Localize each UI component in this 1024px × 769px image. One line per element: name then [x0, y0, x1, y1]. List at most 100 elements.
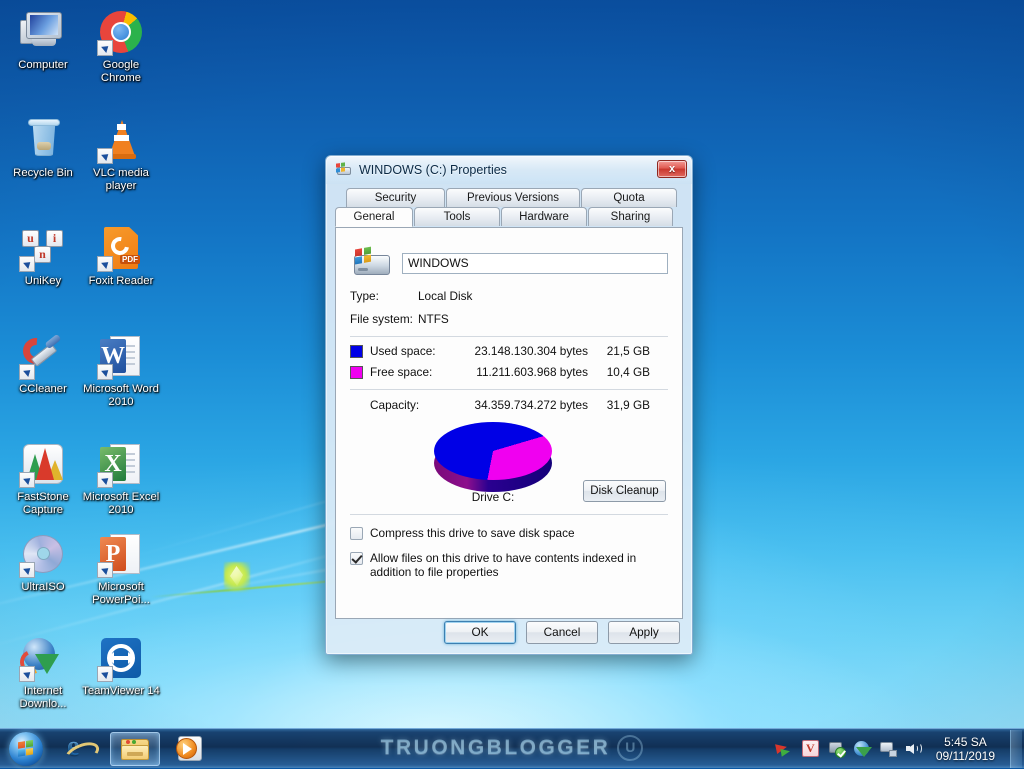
used-space-gb: 21,5 GB — [606, 344, 650, 358]
start-button[interactable] — [2, 730, 50, 768]
desktop-icon-label: Internet Downlo... — [19, 685, 67, 710]
file-system-value: NTFS — [418, 312, 449, 326]
taskbar-button-windows-media-player[interactable] — [165, 732, 215, 766]
lan-icon[interactable] — [879, 740, 897, 757]
folder-icon — [120, 736, 150, 762]
type-label: Type: — [350, 289, 379, 303]
free-space-row: Free space: 11.211.603.968 bytes 10,4 GB — [350, 365, 668, 379]
used-space-swatch — [350, 344, 363, 358]
divider — [350, 514, 668, 515]
tab-row-upper: Security Previous Versions Quota — [335, 188, 683, 207]
clock-date: 09/11/2019 — [935, 748, 995, 763]
desktop-icon-foxit-reader[interactable]: PDF Foxit Reader — [82, 224, 160, 288]
index-contents-checkbox[interactable] — [350, 552, 363, 565]
desktop-icon-microsoft-powerpoint[interactable]: P Microsoft PowerPoi... — [82, 530, 160, 607]
cancel-button[interactable]: Cancel — [526, 620, 598, 644]
system-tray: 5:45 SA 09/11/2019 — [774, 729, 1024, 768]
compress-drive-label: Compress this drive to save disk space — [370, 526, 575, 540]
desktop-icon-label: UltraISO — [21, 581, 65, 593]
antivirus-icon[interactable] — [801, 740, 819, 757]
disk-usage-chart: Drive C: Disk Cleanup — [350, 418, 668, 506]
free-space-label: Free space: — [370, 365, 433, 379]
tab-row-lower: General Tools Hardware Sharing — [335, 207, 683, 227]
ccleaner-icon — [17, 332, 67, 380]
computer-icon — [19, 8, 67, 56]
tab-security[interactable]: Security — [346, 188, 445, 207]
close-button[interactable]: x — [657, 160, 687, 178]
compress-drive-row[interactable]: Compress this drive to save disk space — [350, 526, 668, 540]
taskbar-clock[interactable]: 5:45 SA 09/11/2019 — [936, 735, 995, 763]
free-space-gb: 10,4 GB — [606, 365, 650, 379]
desktop-icon-label: Microsoft Excel 2010 — [82, 491, 160, 516]
media-player-icon — [175, 735, 205, 763]
desktop-icon-computer[interactable]: Computer — [4, 8, 82, 72]
tab-general[interactable]: General — [335, 207, 413, 227]
tab-hardware[interactable]: Hardware — [501, 207, 587, 226]
capacity-gb: 31,9 GB — [606, 398, 650, 412]
index-contents-row[interactable]: Allow files on this drive to have conten… — [350, 551, 668, 579]
desktop-icon-ultraiso[interactable]: UltraISO — [4, 530, 82, 594]
desktop-icon-label: Computer — [18, 59, 68, 71]
close-icon: x — [668, 163, 676, 175]
teamviewer-icon — [97, 634, 145, 682]
used-space-row: Used space: 23.148.130.304 bytes 21,5 GB — [350, 344, 668, 358]
faststone-capture-icon — [19, 440, 67, 488]
unikey-icon: uin — [19, 224, 67, 272]
volume-name-input[interactable] — [402, 252, 668, 274]
idm-icon — [16, 634, 67, 682]
pie-chart-top — [434, 422, 552, 480]
taskbar-button-windows-explorer[interactable] — [110, 731, 160, 766]
vlc-icon — [97, 116, 145, 164]
tab-strip: Security Previous Versions Quota General… — [326, 184, 692, 227]
taskbar-button-internet-explorer[interactable] — [55, 731, 105, 766]
tab-tools[interactable]: Tools — [414, 207, 500, 226]
desktop-icon-unikey[interactable]: uin UniKey — [4, 224, 82, 288]
file-system-label: File system: — [350, 312, 413, 326]
ultraiso-icon — [19, 530, 67, 578]
recycle-bin-icon — [19, 116, 67, 164]
file-system-row: File system: NTFS — [350, 312, 668, 326]
nvidia-icon[interactable] — [774, 740, 793, 757]
desktop-icon-ccleaner[interactable]: CCleaner — [4, 332, 82, 396]
excel-icon: X — [97, 440, 145, 488]
free-space-bytes: 11.211.603.968 bytes — [476, 365, 588, 379]
desktop-icon-label: VLC media player — [93, 167, 149, 192]
capacity-row: Capacity: 34.359.734.272 bytes 31,9 GB — [350, 398, 668, 412]
compress-drive-checkbox[interactable] — [350, 527, 363, 540]
free-space-swatch — [350, 365, 363, 379]
used-space-bytes: 23.148.130.304 bytes — [474, 344, 588, 358]
drive-icon — [336, 162, 352, 178]
desktop-icon-microsoft-excel[interactable]: X Microsoft Excel 2010 — [82, 440, 160, 517]
type-row: Type: Local Disk — [350, 289, 668, 303]
desktop-icon-label: UniKey — [24, 275, 62, 287]
desktop-icon-teamviewer[interactable]: TeamViewer 14 — [82, 634, 160, 698]
show-desktop-button[interactable] — [1010, 729, 1022, 768]
clock-time: 5:45 SA — [944, 734, 987, 749]
ok-button[interactable]: OK — [444, 620, 516, 644]
volume-icon[interactable] — [905, 740, 923, 757]
desktop-icon-label: FastStone Capture — [17, 491, 69, 516]
tab-previous-versions[interactable]: Previous Versions — [446, 188, 580, 207]
volume-name-row — [350, 246, 668, 280]
tab-quota[interactable]: Quota — [581, 188, 677, 207]
divider — [350, 389, 668, 390]
dialog-button-bar: OK Cancel Apply — [326, 610, 692, 654]
divider — [350, 336, 668, 337]
type-value: Local Disk — [418, 289, 473, 303]
apply-button[interactable]: Apply — [608, 620, 680, 644]
desktop-icon-recycle-bin[interactable]: Recycle Bin — [4, 116, 82, 180]
dialog-title-bar[interactable]: WINDOWS (C:) Properties x — [326, 156, 692, 184]
windows-update-icon[interactable] — [828, 740, 846, 758]
tab-sharing[interactable]: Sharing — [588, 207, 673, 226]
foxit-reader-icon: PDF — [97, 224, 145, 272]
drive-label: Drive C: — [471, 490, 515, 504]
capacity-bytes: 34.359.734.272 bytes — [474, 398, 588, 412]
disk-cleanup-button[interactable]: Disk Cleanup — [583, 480, 666, 502]
desktop-icon-vlc-media-player[interactable]: VLC media player — [82, 116, 160, 193]
desktop-icon-google-chrome[interactable]: Google Chrome — [82, 8, 160, 85]
desktop-icon-microsoft-word[interactable]: W Microsoft Word 2010 — [82, 332, 160, 409]
network-globe-icon[interactable] — [853, 740, 872, 757]
desktop-icon-label: Microsoft PowerPoi... — [92, 581, 150, 606]
desktop-icon-faststone-capture[interactable]: FastStone Capture — [4, 440, 82, 517]
desktop-icon-internet-download-manager[interactable]: Internet Downlo... — [4, 634, 82, 711]
